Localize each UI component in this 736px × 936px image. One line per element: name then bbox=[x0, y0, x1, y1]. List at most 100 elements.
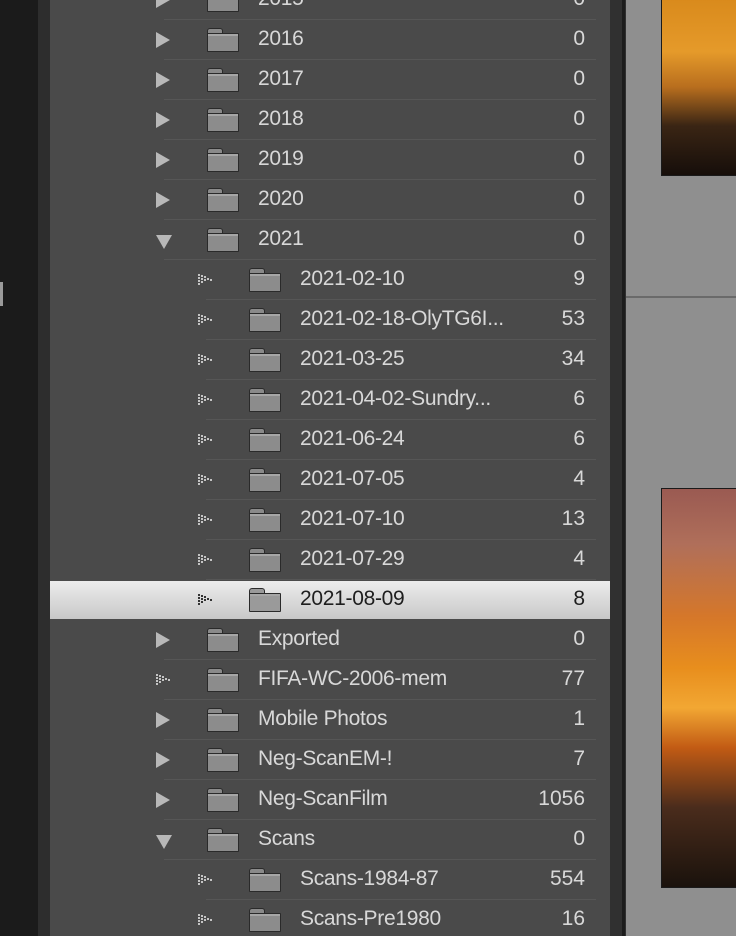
photo-thumbnail[interactable] bbox=[661, 488, 736, 888]
folder-row[interactable]: 2021-07-10 13 bbox=[50, 501, 610, 540]
triangle-down-icon[interactable] bbox=[156, 235, 172, 249]
row-separator bbox=[206, 379, 596, 380]
folder-row[interactable]: 2021-06-24 6 bbox=[50, 421, 610, 460]
row-separator bbox=[164, 699, 596, 700]
triangle-right-icon[interactable] bbox=[156, 792, 170, 808]
folder-icon bbox=[207, 108, 239, 132]
folder-photo-count: 4 bbox=[573, 547, 585, 570]
folder-row-selected[interactable]: 2021-08-09 8 bbox=[50, 581, 610, 619]
row-separator bbox=[206, 419, 596, 420]
dotted-arrow-icon bbox=[198, 914, 212, 926]
dotted-arrow-icon bbox=[198, 394, 212, 406]
folder-icon bbox=[249, 508, 281, 532]
folder-photo-count: 16 bbox=[561, 907, 585, 930]
grid-view-area bbox=[626, 0, 736, 936]
folder-icon bbox=[207, 0, 239, 12]
folder-row[interactable]: 2021-02-10 9 bbox=[50, 261, 610, 300]
folder-icon bbox=[207, 148, 239, 172]
folder-name: FIFA-WC-2006-mem bbox=[258, 667, 447, 690]
triangle-right-icon[interactable] bbox=[156, 72, 170, 88]
folder-name: 2021-06-24 bbox=[300, 427, 405, 450]
folder-row[interactable]: Scans 0 bbox=[50, 821, 610, 860]
folder-row[interactable]: Neg-ScanEM-! 7 bbox=[50, 741, 610, 780]
dotted-arrow-icon bbox=[198, 314, 212, 326]
folders-panel: 2015 0 2016 0 2017 0 2018 0 2019 0 2020 0 2021 0 2021-… bbox=[50, 0, 610, 936]
row-separator bbox=[206, 459, 596, 460]
folder-photo-count: 0 bbox=[573, 0, 585, 11]
folder-row[interactable]: 2018 0 bbox=[50, 101, 610, 140]
scrollbar-track[interactable] bbox=[610, 0, 626, 936]
row-separator bbox=[206, 499, 596, 500]
folder-name: Exported bbox=[258, 627, 340, 650]
folder-photo-count: 77 bbox=[561, 667, 585, 690]
folder-row[interactable]: 2021-03-25 34 bbox=[50, 341, 610, 380]
folder-row[interactable]: 2015 0 bbox=[50, 0, 610, 20]
dotted-arrow-icon bbox=[198, 274, 212, 286]
folder-row[interactable]: 2020 0 bbox=[50, 181, 610, 220]
row-separator bbox=[164, 659, 596, 660]
folder-photo-count: 9 bbox=[573, 267, 585, 290]
folder-icon bbox=[207, 228, 239, 252]
triangle-right-icon[interactable] bbox=[156, 32, 170, 48]
folder-photo-count: 0 bbox=[573, 187, 585, 210]
folder-photo-count: 4 bbox=[573, 467, 585, 490]
row-separator bbox=[206, 539, 596, 540]
folder-row[interactable]: 2021-04-02-Sundry... 6 bbox=[50, 381, 610, 420]
folder-name: 2019 bbox=[258, 147, 304, 170]
folder-row[interactable]: Neg-ScanFilm 1056 bbox=[50, 781, 610, 820]
folder-photo-count: 13 bbox=[561, 507, 585, 530]
folder-icon bbox=[207, 708, 239, 732]
folder-name: 2021-08-09 bbox=[300, 587, 405, 610]
folder-name: 2015 bbox=[258, 0, 304, 11]
row-separator bbox=[164, 819, 596, 820]
folder-icon bbox=[249, 548, 281, 572]
folder-row[interactable]: 2021 0 bbox=[50, 221, 610, 260]
folder-icon bbox=[249, 268, 281, 292]
folder-icon bbox=[249, 348, 281, 372]
folder-row[interactable]: Scans-1984-87 554 bbox=[50, 861, 610, 900]
photo-thumbnail[interactable] bbox=[661, 0, 736, 176]
left-edge-strip bbox=[0, 0, 38, 936]
triangle-right-icon[interactable] bbox=[156, 152, 170, 168]
scrollbar-edge bbox=[622, 0, 625, 936]
triangle-right-icon[interactable] bbox=[156, 192, 170, 208]
folder-row[interactable]: Scans-Pre1980 16 bbox=[50, 901, 610, 936]
folder-icon bbox=[207, 788, 239, 812]
triangle-right-icon[interactable] bbox=[156, 752, 170, 768]
folder-row[interactable]: 2021-07-29 4 bbox=[50, 541, 610, 580]
row-separator bbox=[164, 219, 596, 220]
row-separator bbox=[164, 179, 596, 180]
row-separator bbox=[206, 339, 596, 340]
row-separator bbox=[164, 779, 596, 780]
folder-photo-count: 34 bbox=[561, 347, 585, 370]
folder-row[interactable]: 2016 0 bbox=[50, 21, 610, 60]
folder-row[interactable]: 2021-02-18-OlyTG6I... 53 bbox=[50, 301, 610, 340]
triangle-right-icon[interactable] bbox=[156, 0, 170, 8]
folder-icon bbox=[249, 468, 281, 492]
folder-name: 2016 bbox=[258, 27, 304, 50]
folder-name: 2021-03-25 bbox=[300, 347, 405, 370]
folder-photo-count: 0 bbox=[573, 827, 585, 850]
triangle-down-icon[interactable] bbox=[156, 835, 172, 849]
triangle-right-icon[interactable] bbox=[156, 112, 170, 128]
row-separator bbox=[164, 859, 596, 860]
row-separator bbox=[206, 299, 596, 300]
folder-row[interactable]: Exported 0 bbox=[50, 621, 610, 660]
folder-name: 2020 bbox=[258, 187, 304, 210]
triangle-right-icon[interactable] bbox=[156, 632, 170, 648]
folder-photo-count: 0 bbox=[573, 107, 585, 130]
folder-photo-count: 1 bbox=[573, 707, 585, 730]
folder-icon bbox=[207, 828, 239, 852]
folder-row[interactable]: FIFA-WC-2006-mem 77 bbox=[50, 661, 610, 700]
row-separator bbox=[164, 259, 596, 260]
folder-photo-count: 7 bbox=[573, 747, 585, 770]
folder-row[interactable]: Mobile Photos 1 bbox=[50, 701, 610, 740]
folder-name: Scans bbox=[258, 827, 315, 850]
folder-name: 2017 bbox=[258, 67, 304, 90]
folder-row[interactable]: 2017 0 bbox=[50, 61, 610, 100]
folder-photo-count: 53 bbox=[561, 307, 585, 330]
folder-row[interactable]: 2019 0 bbox=[50, 141, 610, 180]
row-separator bbox=[164, 739, 596, 740]
triangle-right-icon[interactable] bbox=[156, 712, 170, 728]
folder-row[interactable]: 2021-07-05 4 bbox=[50, 461, 610, 500]
